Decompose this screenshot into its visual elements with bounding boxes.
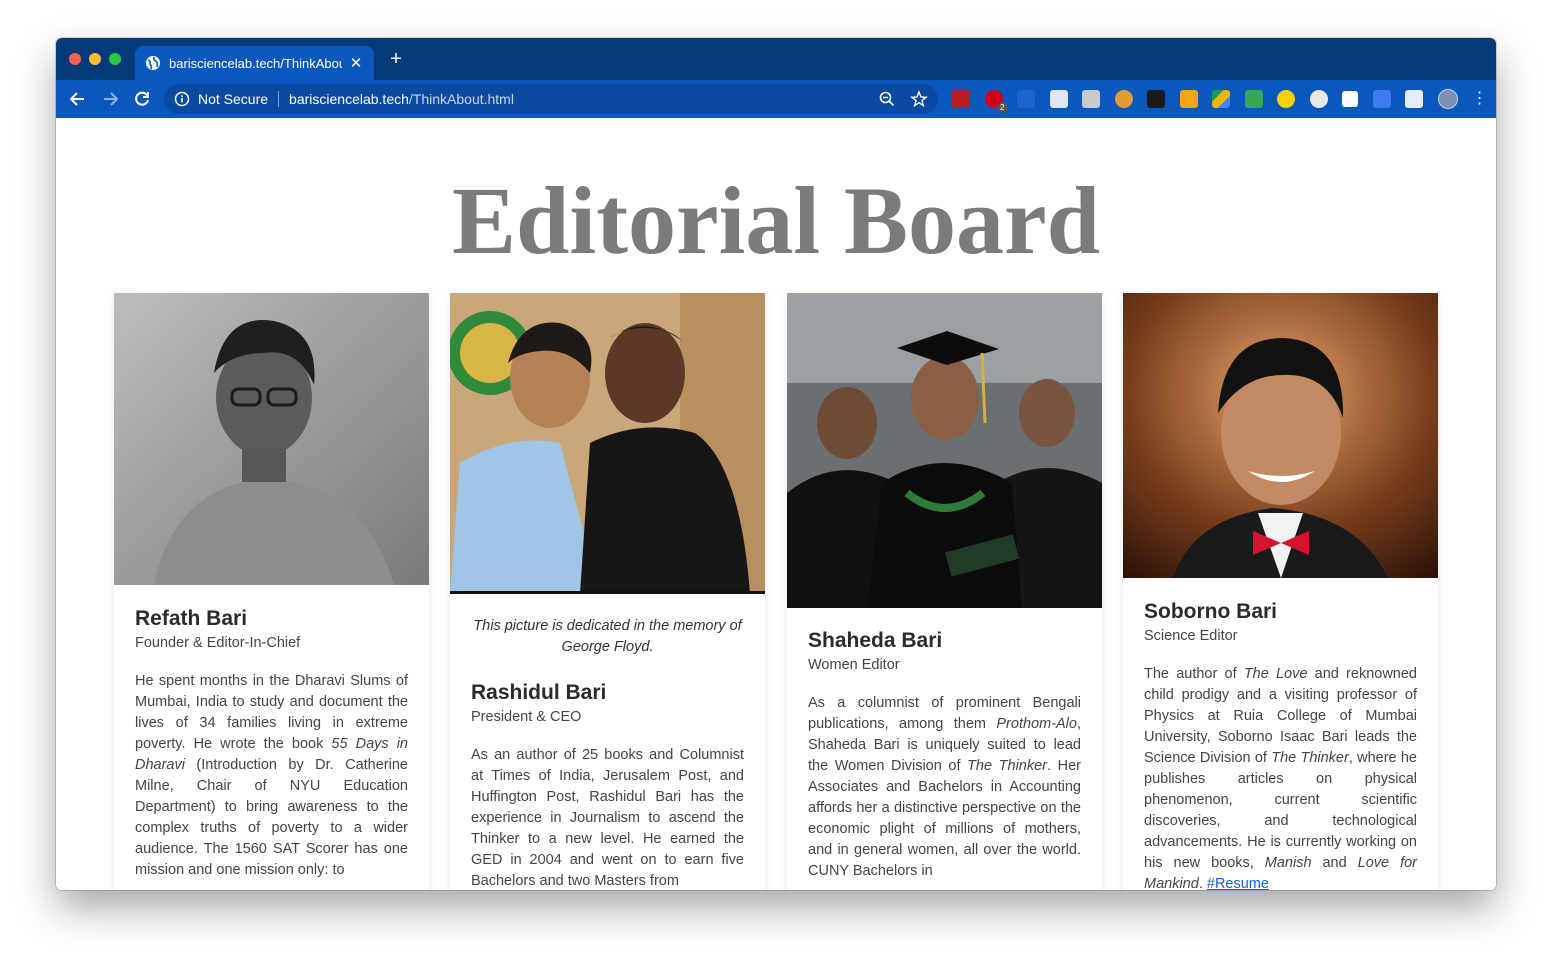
back-arrow-icon[interactable] [68, 89, 88, 109]
member-card-rashidul: This picture is dedicated in the memory … [450, 293, 765, 890]
bio-text: The Thinker [967, 758, 1048, 774]
url-path: /ThinkAbout.html [408, 91, 514, 107]
cast-icon[interactable] [1372, 90, 1391, 108]
photo-caption: This picture is dedicated in the memory … [473, 618, 742, 655]
member-photo [787, 293, 1102, 608]
member-role: Founder & Editor-In-Chief [135, 635, 301, 651]
adblock-badge: 2 [997, 103, 1008, 113]
shield-extension-icon[interactable] [1179, 90, 1198, 108]
bio-text: As an author of 25 books and Columnist a… [471, 747, 744, 889]
globe-icon [146, 56, 160, 70]
reload-icon[interactable] [132, 89, 152, 109]
member-name: Shaheda Bari [808, 629, 943, 652]
bio-text: Manish [1264, 855, 1312, 871]
bio-text: . Her Associates and Bachelors in Accoun… [808, 758, 1081, 879]
coin-extension-icon[interactable] [1277, 90, 1295, 108]
member-name: Refath Bari [135, 607, 248, 630]
mail-extension-icon[interactable] [1244, 90, 1263, 108]
security-label: Not Secure [198, 91, 269, 107]
member-name: Soborno Bari [1144, 600, 1278, 623]
browser-window: barisciencelab.tech/ThinkAbout.html ✕ + … [56, 38, 1496, 890]
reader-extension-icon[interactable] [1082, 90, 1100, 108]
google-drive-icon[interactable] [1212, 90, 1230, 108]
resume-link[interactable]: #Resume [1207, 876, 1269, 890]
member-card-refath: Refath Bari Founder & Editor-In-Chief He… [114, 293, 429, 890]
dark-mode-extension-icon[interactable] [1147, 90, 1165, 108]
extensions-area: 2 ⋮ [952, 89, 1488, 113]
member-bio: He spent months in the Dharavi Slums of … [135, 671, 408, 881]
owl-extension-icon[interactable] [1114, 90, 1133, 108]
address-divider [278, 91, 280, 107]
portrait-image [450, 293, 765, 594]
media-queue-icon[interactable] [1405, 90, 1423, 108]
zoom-icon[interactable] [878, 90, 896, 108]
bio-text: . [1198, 876, 1207, 890]
portrait-image [787, 293, 1102, 608]
member-photo [1123, 293, 1438, 578]
bio-text: Prothom-Alo [996, 716, 1077, 732]
bio-text: and [1311, 855, 1358, 871]
puzzle-extensions-icon[interactable] [1342, 91, 1358, 107]
member-photo [114, 293, 429, 585]
maximize-window-button[interactable] [109, 53, 121, 65]
minimize-window-button[interactable] [89, 53, 101, 65]
cjs-extension-icon[interactable] [1017, 90, 1035, 108]
member-photo [450, 293, 765, 594]
member-name: Rashidul Bari [471, 681, 607, 704]
more-menu-icon[interactable]: ⋮ [1472, 90, 1488, 108]
bookmark-star-icon[interactable] [910, 90, 928, 108]
member-bio: As an author of 25 books and Columnist a… [471, 745, 744, 890]
member-role: Women Editor [808, 657, 900, 673]
profile-avatar[interactable] [1437, 89, 1458, 109]
close-tab-icon[interactable]: ✕ [348, 54, 364, 72]
bio-text: , where he publishes articles on physica… [1144, 750, 1417, 871]
portrait-image [114, 293, 429, 585]
url-host: barisciencelab.tech [289, 91, 409, 107]
member-card-shaheda: Shaheda Bari Women Editor As a columnist… [787, 293, 1102, 890]
soccer-extension-icon[interactable] [1309, 90, 1328, 108]
address-bar[interactable]: Not Secure barisciencelab.tech/ThinkAbou… [164, 84, 938, 114]
tab-bar: barisciencelab.tech/ThinkAbout.html ✕ + [56, 38, 1496, 80]
member-role: Science Editor [1144, 628, 1238, 644]
new-tab-button[interactable]: + [386, 49, 406, 69]
bio-text: The Thinker [1271, 750, 1349, 766]
info-icon[interactable] [174, 91, 190, 107]
bio-text: The author of [1144, 666, 1244, 682]
tab-title: barisciencelab.tech/ThinkAbout.html [169, 55, 342, 71]
close-window-button[interactable] [69, 53, 81, 65]
page-viewport: Editorial Board Refath Bari Founder & Ed… [56, 118, 1496, 890]
portrait-image [1123, 293, 1438, 578]
browser-toolbar: Not Secure barisciencelab.tech/ThinkAbou… [56, 80, 1496, 118]
member-role: President & CEO [471, 709, 582, 725]
member-bio: As a columnist of prominent Bengali publ… [808, 693, 1081, 882]
page-title: Editorial Board [451, 167, 1101, 274]
bio-text: The Love [1243, 666, 1308, 682]
bio-text: (Introduction by Dr. Catherine Milne, Ch… [135, 757, 408, 878]
member-bio: The author of The Love and reknowned chi… [1144, 664, 1417, 890]
camera-extension-icon[interactable] [1049, 90, 1068, 108]
acrobat-extension-icon[interactable] [952, 90, 970, 108]
adblock-extension-icon[interactable]: 2 [984, 90, 1008, 113]
forward-arrow-icon[interactable] [100, 89, 120, 109]
member-card-soborno: Soborno Bari Science Editor The author o… [1123, 293, 1438, 890]
active-tab[interactable]: barisciencelab.tech/ThinkAbout.html ✕ [135, 46, 374, 80]
